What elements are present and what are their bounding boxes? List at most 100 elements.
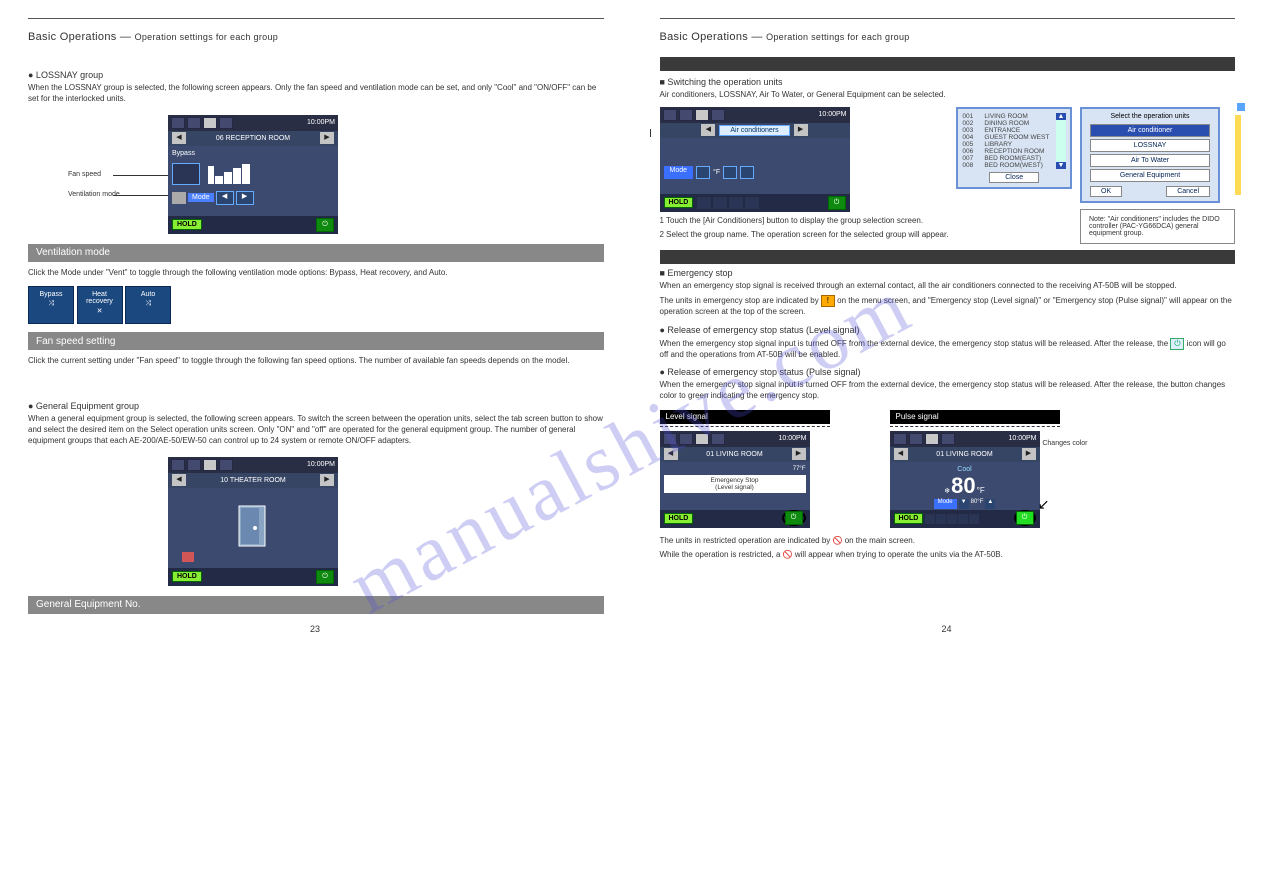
v2[interactable]: [679, 109, 693, 121]
ico-c[interactable]: [729, 197, 743, 209]
v4[interactable]: [711, 109, 725, 121]
door-icon: [233, 502, 273, 550]
sw-pwr[interactable]: ⏻: [828, 196, 846, 210]
view-icon-2[interactable]: [187, 117, 201, 129]
p3[interactable]: [925, 433, 939, 445]
pl-set: 80°F: [971, 499, 984, 509]
bypass-mode-icon: Bypass⤨: [28, 286, 74, 324]
pl-next[interactable]: ▶: [1022, 448, 1036, 460]
em-roomtemp: 77°F: [664, 466, 806, 472]
changes-color-callout: Changes color: [1042, 440, 1087, 447]
ok-button[interactable]: OK: [1090, 186, 1122, 197]
view-icon-1[interactable]: [171, 117, 185, 129]
em-prev[interactable]: ◀: [664, 448, 678, 460]
opt-lossnay[interactable]: LOSSNAY: [1090, 139, 1210, 152]
hold-button[interactable]: HOLD: [172, 219, 202, 230]
opt-ge[interactable]: General Equipment: [1090, 169, 1210, 182]
e3[interactable]: [695, 433, 709, 445]
em-hold[interactable]: HOLD: [664, 513, 694, 524]
mode-button[interactable]: Mode: [188, 193, 214, 202]
ventmode-bar: Ventilation mode: [28, 244, 604, 262]
page-right: Basic Operations — Operation settings fo…: [632, 0, 1263, 638]
fan-bars-icon[interactable]: [208, 164, 252, 184]
v3[interactable]: [695, 109, 709, 121]
air-conditioners-button[interactable]: Air conditioners: [719, 125, 789, 136]
pl-prev[interactable]: ◀: [894, 448, 908, 460]
lcd-general: 10:00PM ◀ 10 THEATER ROOM ▶ HOLD: [168, 457, 338, 586]
opt-atw[interactable]: Air To Water: [1090, 154, 1210, 167]
view-icon-3[interactable]: [203, 117, 217, 129]
plico5[interactable]: [969, 514, 979, 524]
pl-down[interactable]: ▼: [959, 499, 969, 509]
v1[interactable]: [663, 109, 677, 121]
mode-prev-button[interactable]: ◀: [216, 191, 234, 205]
prev-group-button-2[interactable]: ◀: [172, 474, 186, 486]
ico-b[interactable]: [713, 197, 727, 209]
close-button[interactable]: Close: [989, 172, 1039, 183]
note-box: Note: "Air conditioners" includes the DI…: [1080, 209, 1235, 244]
pl-mode[interactable]: Mode: [934, 499, 957, 509]
p2[interactable]: [909, 433, 923, 445]
sw-hold[interactable]: HOLD: [664, 197, 694, 208]
e4[interactable]: [711, 433, 725, 445]
e2[interactable]: [679, 433, 693, 445]
sw-prev[interactable]: ◀: [701, 124, 715, 136]
release-level-title: ● Release of emergency stop status (Leve…: [660, 325, 1236, 335]
lossnay-intro: When the LOSSNAY group is selected, the …: [28, 83, 604, 105]
ico-d[interactable]: [745, 197, 759, 209]
right-header: Basic Operations — Operation settings fo…: [660, 31, 1236, 43]
general-title: ● General Equipment group: [28, 401, 604, 411]
access-icon[interactable]: [219, 117, 233, 129]
heat-recovery-mode-icon: Heat recovery✕: [77, 286, 123, 324]
pl-hold[interactable]: HOLD: [894, 513, 924, 524]
view-icon-1b[interactable]: [171, 459, 185, 471]
group-name-2: 10 THEATER ROOM: [220, 477, 285, 484]
plico2[interactable]: [936, 514, 946, 524]
auto-mode-icon: Auto⤨: [125, 286, 171, 324]
pulse-signal-header: Pulse signal: [890, 410, 1060, 424]
cancel-button[interactable]: Cancel: [1166, 186, 1210, 197]
scroll-up-icon[interactable]: ▲: [1056, 113, 1066, 120]
p4[interactable]: [941, 433, 955, 445]
next-group-button[interactable]: ▶: [320, 132, 334, 144]
emergency-message: Emergency Stop (Level signal): [664, 475, 806, 493]
power-button-2[interactable]: ⏻: [316, 570, 334, 584]
plico4[interactable]: [958, 514, 968, 524]
prev-group-button[interactable]: ◀: [172, 132, 186, 144]
e1[interactable]: [663, 433, 677, 445]
pl-pwr[interactable]: ⏻: [1016, 511, 1034, 525]
p1[interactable]: [893, 433, 907, 445]
next-group-button-2[interactable]: ▶: [320, 474, 334, 486]
fanspeed-bar: Fan speed setting: [28, 332, 604, 350]
switch-units-title: ■ Switching the operation units: [660, 77, 1236, 87]
sw-dn2[interactable]: [723, 166, 737, 179]
hold-button-2[interactable]: HOLD: [172, 571, 202, 582]
vent-small-icon: [172, 192, 186, 204]
view-icon-3b[interactable]: [203, 459, 217, 471]
em-next[interactable]: ▶: [792, 448, 806, 460]
emergency-p2: The units in emergency stop are indicate…: [660, 295, 1236, 318]
opt-ac[interactable]: Air conditioner: [1090, 124, 1210, 137]
sw-dn[interactable]: [696, 166, 710, 179]
pl-up[interactable]: ▲: [985, 499, 995, 509]
ico-a[interactable]: [697, 197, 711, 209]
access-iconb[interactable]: [219, 459, 233, 471]
ventmode-desc: Click the Mode under "Vent" to toggle th…: [28, 268, 604, 279]
plico1[interactable]: [925, 514, 935, 524]
lossnay-title: ● LOSSNAY group: [28, 70, 604, 80]
switch-units-desc: Air conditioners, LOSSNAY, Air To Water,…: [660, 90, 1236, 101]
em-pwr[interactable]: ⏻: [785, 511, 803, 525]
em-time: 10:00PM: [778, 435, 806, 442]
lcd-lossnay: 10:00PM ◀ 06 RECEPTION ROOM ▶ Bypass: [168, 115, 338, 234]
mode-btn-sw[interactable]: Mode: [664, 166, 694, 179]
sw-up2[interactable]: [740, 166, 754, 179]
plico3[interactable]: [947, 514, 957, 524]
scroll-down-icon[interactable]: ▼: [1056, 162, 1066, 169]
sw-next[interactable]: ▶: [794, 124, 808, 136]
release-pulse-title: ● Release of emergency stop status (Puls…: [660, 367, 1236, 377]
power-small-icon: ⏻: [1170, 338, 1184, 350]
scrollbar[interactable]: ▲ ▼: [1056, 113, 1066, 169]
power-button[interactable]: ⏻: [316, 218, 334, 232]
mode-next-button[interactable]: ▶: [236, 191, 254, 205]
view-icon-2b[interactable]: [187, 459, 201, 471]
